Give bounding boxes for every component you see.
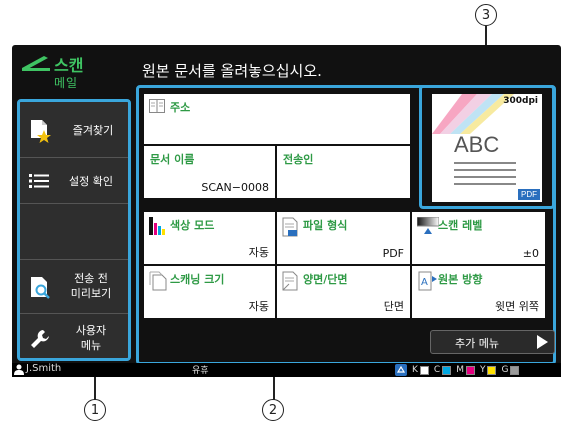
svg-text:A: A (421, 277, 428, 288)
card-value: SCAN−0008 (201, 181, 269, 194)
sidebar-item-user-menu[interactable]: 사용자 메뉴 (20, 314, 128, 358)
toner-box-g (510, 365, 520, 375)
sender-card[interactable]: 전송인 (277, 146, 410, 198)
callout-2: 2 (262, 399, 284, 421)
preview-text-lines (454, 162, 516, 185)
instruction-message: 원본 문서를 올려놓으십시오. (142, 62, 322, 80)
scan-size-card[interactable]: 스캐닝 크기 자동 (144, 266, 275, 318)
level-gradient-icon (417, 217, 439, 234)
card-title: 문서 이름 (150, 153, 195, 166)
toner-label-y: Y (479, 365, 486, 375)
touch-panel: 스캔 메일 원본 문서를 올려놓으십시오. 즐겨찾기 설정 확인 전송 전 미리… (12, 45, 561, 377)
color-mode-card[interactable]: 색상 모드 자동 (144, 212, 275, 264)
sidebar-item-label: 설정 확인 (69, 175, 113, 188)
mode-title: 스캔 (54, 56, 84, 75)
toner-box-m (465, 365, 475, 375)
toner-label-c: C (433, 365, 441, 375)
list-icon (29, 174, 49, 188)
card-title: 주소 (170, 101, 191, 114)
card-title: 양면/단면 (303, 273, 348, 286)
more-menu-button[interactable]: 추가 메뉴 (430, 330, 555, 354)
more-menu-label: 추가 메뉴 (455, 337, 499, 350)
address-card[interactable]: 주소 (144, 94, 410, 144)
scan-size-icon (149, 271, 167, 291)
user-name: J.Smith (26, 363, 62, 374)
format-badge: PDF (518, 189, 540, 200)
card-value: 자동 (248, 300, 269, 313)
resolution-label: 300dpi (503, 96, 538, 106)
card-title: 전송인 (283, 153, 314, 166)
card-value: 윗면 위쪽 (495, 300, 539, 313)
toner-levels: K C M Y G (395, 364, 520, 376)
toner-label-m: M (456, 365, 464, 375)
toner-box-k (419, 365, 429, 375)
scan-mode-icon (22, 56, 50, 71)
file-format-icon (282, 217, 298, 237)
scan-level-card[interactable]: 스캔 레벨 ±0 (412, 212, 545, 264)
card-title: 원본 방향 (438, 273, 483, 286)
color-bars-icon (149, 217, 165, 235)
duplex-card[interactable]: 양면/단면 단면 (277, 266, 410, 318)
preview-sample-text: ABC (454, 132, 500, 157)
card-title: 스캔 레벨 (438, 219, 483, 232)
sidebar-item-label: 즐겨찾기 (72, 124, 114, 137)
status-bar: J.Smith 유휴 K C M Y G (12, 363, 561, 377)
card-title: 파일 형식 (303, 219, 348, 232)
mode-indicator[interactable]: 스캔 메일 (12, 45, 130, 95)
file-format-card[interactable]: 파일 형식 PDF (277, 212, 410, 264)
card-value: ±0 (522, 247, 539, 260)
card-title: 스캐닝 크기 (170, 273, 225, 286)
toner-label-k: K (412, 365, 418, 375)
document-name-card[interactable]: 문서 이름 SCAN−0008 (144, 146, 275, 198)
card-title: 색상 모드 (170, 219, 215, 232)
play-arrow-icon (537, 335, 548, 349)
link-icon (395, 364, 407, 376)
wrench-icon (31, 330, 49, 348)
duplex-icon (282, 271, 298, 291)
machine-status: 유휴 (192, 366, 209, 376)
star-document-icon (31, 120, 51, 143)
function-sidebar: 즐겨찾기 설정 확인 전송 전 미리보기 사용자 메뉴 (17, 99, 131, 361)
toner-box-c (442, 365, 452, 375)
card-value: 단면 (383, 300, 404, 313)
toner-label-g: G (501, 365, 509, 375)
scan-preview-thumbnail[interactable]: 300dpi ABC PDF (419, 85, 555, 209)
address-book-icon (149, 99, 165, 113)
sidebar-item-label: 전송 전 미리보기 (70, 272, 112, 300)
sidebar-item-favorites[interactable]: 즐겨찾기 (20, 102, 128, 158)
callout-3: 3 (475, 4, 497, 26)
sidebar-item-preview-before-send[interactable]: 전송 전 미리보기 (20, 260, 128, 314)
sidebar-item-label: 사용자 메뉴 (75, 324, 107, 352)
callout-1: 1 (84, 399, 106, 421)
card-value: PDF (382, 247, 404, 260)
sidebar-empty-slot (20, 204, 128, 260)
user-icon (14, 364, 24, 375)
sidebar-item-settings-check[interactable]: 설정 확인 (20, 158, 128, 204)
magnifier-document-icon (31, 277, 50, 299)
preview-page: 300dpi ABC PDF (432, 94, 542, 202)
orientation-icon: A (418, 271, 437, 291)
mode-subtitle: 메일 (54, 76, 79, 90)
orientation-card[interactable]: A 원본 방향 윗면 위쪽 (412, 266, 545, 318)
card-value: 자동 (248, 246, 269, 259)
toner-box-y (487, 365, 497, 375)
